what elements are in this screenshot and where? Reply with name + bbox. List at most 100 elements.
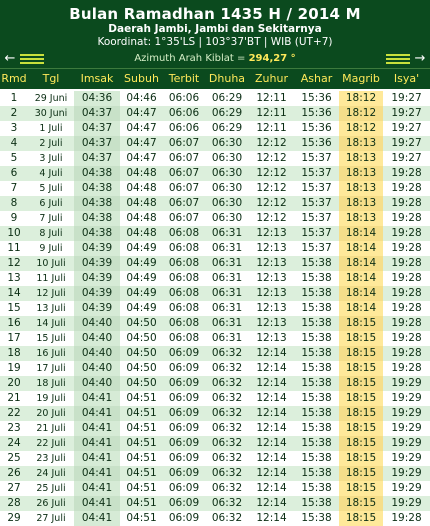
magrib-cell: 18:14 xyxy=(339,286,383,301)
table-row: 11 9 Juli 04:39 04:49 06:08 06:31 12:13 15:37 18… xyxy=(0,241,430,256)
rmd-cell: 8 xyxy=(10,197,18,209)
subuh-cell: 04:49 xyxy=(126,287,157,299)
ashar-cell: 15:36 xyxy=(301,92,332,104)
rmd-cell: 7 xyxy=(10,182,18,194)
isya-cell: 19:29 xyxy=(391,392,422,404)
rmd-cell: 29 xyxy=(7,512,21,524)
table-row: 19 17 Juli 04:40 04:50 06:09 06:32 12:14 15:38 1… xyxy=(0,361,430,376)
terbit-cell: 06:08 xyxy=(168,317,200,329)
date-cell: 8 Juli xyxy=(39,228,63,239)
rmd-cell: 16 xyxy=(7,317,21,329)
terbit-cell: 06:08 xyxy=(168,242,200,254)
date-cell: 25 Juli xyxy=(36,483,66,494)
ashar-cell: 15:38 xyxy=(301,437,332,449)
ashar-cell: 15:38 xyxy=(301,362,332,374)
isya-cell: 19:27 xyxy=(391,122,422,134)
ashar-cell: 15:37 xyxy=(301,227,332,239)
date-cell: 26 Juli xyxy=(36,498,66,509)
date-cell: 9 Juli xyxy=(39,243,63,254)
rmd-cell: 19 xyxy=(7,362,21,374)
date-cell: 6 Juli xyxy=(39,198,63,209)
subuh-cell: 04:51 xyxy=(126,437,157,449)
isya-cell: 19:28 xyxy=(391,317,422,329)
subuh-cell: 04:48 xyxy=(126,197,157,209)
imsak-cell: 04:38 xyxy=(74,181,120,196)
rmd-cell: 10 xyxy=(7,227,21,239)
rmd-cell: 26 xyxy=(7,467,21,479)
imsak-cell: 04:38 xyxy=(74,226,120,241)
zuhur-cell: 12:13 xyxy=(256,227,287,239)
rmd-cell: 9 xyxy=(10,212,18,224)
isya-cell: 19:27 xyxy=(391,152,422,164)
rmd-cell: 14 xyxy=(7,287,21,299)
terbit-cell: 06:07 xyxy=(168,137,200,149)
isya-cell: 19:28 xyxy=(391,182,422,194)
zuhur-cell: 12:12 xyxy=(256,152,287,164)
rmd-cell: 22 xyxy=(7,407,21,419)
isya-cell: 19:27 xyxy=(391,107,422,119)
subuh-cell: 04:47 xyxy=(126,152,157,164)
isya-cell: 19:29 xyxy=(391,377,422,389)
magrib-cell: 18:14 xyxy=(339,301,383,316)
isya-cell: 19:29 xyxy=(391,422,422,434)
terbit-cell: 06:09 xyxy=(168,512,200,524)
imsak-cell: 04:39 xyxy=(74,301,120,316)
magrib-cell: 18:15 xyxy=(339,496,383,511)
date-cell: 2 Juli xyxy=(39,138,63,149)
table-row: 12 10 Juli 04:39 04:49 06:08 06:31 12:13 15:38 1… xyxy=(0,256,430,271)
ashar-cell: 15:37 xyxy=(301,167,332,179)
schedule-table: 1 29 Juni 04:36 04:46 06:06 06:29 12:11 15:36 18… xyxy=(0,89,430,526)
ashar-cell: 15:38 xyxy=(301,272,332,284)
terbit-cell: 06:07 xyxy=(168,212,200,224)
table-row: 15 13 Juli 04:39 04:49 06:08 06:31 12:13 15:38 1… xyxy=(0,301,430,316)
magrib-cell: 18:15 xyxy=(339,421,383,436)
ashar-cell: 15:38 xyxy=(301,287,332,299)
dhuha-cell: 06:32 xyxy=(211,392,243,404)
date-cell: 20 Juli xyxy=(36,408,66,419)
imsak-cell: 04:41 xyxy=(74,391,120,406)
date-cell: 27 Juli xyxy=(36,513,66,524)
isya-cell: 19:28 xyxy=(391,332,422,344)
zuhur-cell: 12:13 xyxy=(256,272,287,284)
zuhur-cell: 12:13 xyxy=(256,287,287,299)
magrib-cell: 18:12 xyxy=(339,106,383,121)
ashar-cell: 15:38 xyxy=(301,302,332,314)
rmd-cell: 6 xyxy=(10,167,18,179)
arrow-right-icon[interactable]: → xyxy=(413,50,427,68)
imsak-cell: 04:39 xyxy=(74,241,120,256)
magrib-cell: 18:15 xyxy=(339,451,383,466)
isya-cell: 19:29 xyxy=(391,407,422,419)
dhuha-cell: 06:30 xyxy=(211,197,243,209)
subuh-cell: 04:46 xyxy=(126,92,157,104)
dhuha-cell: 06:32 xyxy=(211,377,243,389)
rmd-cell: 4 xyxy=(10,137,18,149)
isya-cell: 19:29 xyxy=(391,482,422,494)
dhuha-cell: 06:30 xyxy=(211,167,243,179)
dhuha-cell: 06:31 xyxy=(211,227,243,239)
terbit-cell: 06:06 xyxy=(168,107,200,119)
date-cell: 14 Juli xyxy=(36,318,66,329)
rmd-cell: 21 xyxy=(7,392,21,404)
magrib-cell: 18:15 xyxy=(339,331,383,346)
dhuha-cell: 06:31 xyxy=(211,332,243,344)
table-row: 3 1 Juli 04:37 04:47 06:06 06:29 12:11 15:36 18:… xyxy=(0,121,430,136)
imsak-cell: 04:41 xyxy=(74,451,120,466)
zuhur-cell: 12:14 xyxy=(256,512,287,524)
magrib-cell: 18:13 xyxy=(339,151,383,166)
date-cell: 12 Juli xyxy=(36,288,66,299)
terbit-cell: 06:09 xyxy=(168,407,200,419)
zuhur-cell: 12:14 xyxy=(256,362,287,374)
dhuha-cell: 06:31 xyxy=(211,272,243,284)
imsak-cell: 04:41 xyxy=(74,511,120,526)
terbit-cell: 06:07 xyxy=(168,167,200,179)
terbit-cell: 06:08 xyxy=(168,302,200,314)
ashar-cell: 15:38 xyxy=(301,377,332,389)
page-title: Bulan Ramadhan 1435 H / 2014 M xyxy=(69,5,361,23)
zuhur-cell: 12:11 xyxy=(256,92,287,104)
isya-cell: 19:28 xyxy=(391,272,422,284)
zuhur-cell: 12:14 xyxy=(256,482,287,494)
dhuha-cell: 06:29 xyxy=(211,107,243,119)
dhuha-cell: 06:30 xyxy=(211,152,243,164)
isya-cell: 19:28 xyxy=(391,212,422,224)
dhuha-cell: 06:30 xyxy=(211,212,243,224)
